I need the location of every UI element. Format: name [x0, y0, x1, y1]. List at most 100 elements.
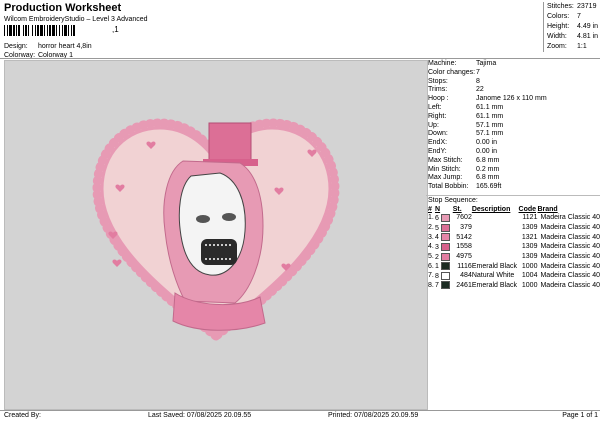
table-row: 7. 8 484 Natural White 1004 Madeira Classic 4… [428, 271, 600, 282]
row-description: Emerald Black [471, 281, 517, 289]
row-description [472, 243, 519, 253]
row-code: 1321 [521, 233, 538, 241]
barcode-bar [64, 25, 67, 36]
col-header-code: Code [518, 206, 537, 213]
clown-hat [203, 122, 258, 166]
stat-zoom: Zoom: 1:1 [547, 43, 587, 50]
info-trims: Trims: 22 [428, 86, 484, 94]
row-color-cell: 5 [435, 223, 453, 234]
barcode-bar [40, 25, 43, 36]
row-brand: Madeira Classic 40 [540, 281, 600, 289]
row-brand: Madeira Classic 40 [540, 224, 600, 232]
design-value: horror heart 4,8in [37, 43, 92, 50]
info-up: Up: 57.1 mm [428, 121, 504, 129]
table-header-row: # N St. Description Code Brand [428, 205, 600, 214]
row-brand: Madeira Classic 40 [540, 272, 600, 280]
barcode-bar [73, 25, 75, 36]
barcode-bar [56, 25, 57, 36]
info-machine: Machine: Tajima [428, 60, 497, 67]
embroidery-design-image [92, 118, 340, 342]
design-preview [4, 60, 428, 410]
left-eye [196, 215, 210, 223]
row-code-no: 7 [435, 282, 439, 290]
row-index: 8. [428, 281, 434, 289]
printed-date: Printed: 07/08/2025 20.09.59 [328, 412, 419, 419]
row-brand: Madeira Classic 40 [540, 243, 600, 251]
barcode-bar [28, 25, 29, 36]
barcode [4, 25, 75, 36]
table-row: 8. 7 2461 Emerald Black 1000 Madeira Classic … [428, 281, 600, 291]
barcode-suffix: ,1 [112, 25, 119, 34]
row-color-cell: 1 [435, 262, 453, 272]
row-code: 1121 [522, 214, 538, 222]
stat-colors: Colors: 7 [547, 13, 581, 20]
stat-stitches: Stitches: 23719 [547, 3, 597, 10]
info-max-stitch: Max Stitch: 6.8 mm [428, 156, 500, 164]
page-number: Page 1 of 1 [562, 412, 598, 419]
info-left: Left: 61.1 mm [428, 103, 504, 111]
row-stitches: 484 [460, 272, 472, 280]
row-color-cell: 7 [435, 281, 453, 291]
row-color-cell: 2 [435, 252, 453, 263]
col-header-description: Description [471, 206, 511, 213]
row-index: 3. [428, 233, 434, 241]
info-right: Right: 61.1 mm [428, 112, 504, 120]
barcode-bar [37, 25, 39, 36]
row-code-no: 6 [435, 214, 439, 222]
color-swatch [440, 252, 450, 261]
barcode-bar [71, 25, 72, 36]
row-brand: Madeira Classic 40 [540, 214, 600, 222]
barcode-bar [68, 25, 69, 36]
stop-sequence-table: # N St. Description Code Brand 1. 6 7602 11… [428, 205, 600, 291]
stat-height: Height: 4.49 in [547, 23, 599, 30]
info-endy: EndY: 0.00 in [428, 147, 498, 155]
barcode-bar [18, 25, 20, 36]
row-description: Natural White [471, 272, 515, 280]
barcode-bar [44, 25, 45, 36]
color-swatch [440, 233, 450, 242]
row-code-no: 3 [435, 243, 439, 251]
color-swatch [440, 262, 450, 271]
barcode-bar [49, 25, 51, 36]
row-stitches: 2461 [456, 281, 472, 289]
info-endx: EndX: 0.00 in [428, 139, 498, 147]
row-color-cell: 3 [435, 242, 453, 253]
row-description [472, 253, 519, 263]
table-row: 1. 6 7602 1121 Madeira Classic 40 [428, 214, 600, 224]
table-row: 3. 4 5142 1321 Madeira Classic 40 [428, 233, 600, 243]
info-max-jump: Max Jump: 6.8 mm [428, 174, 500, 182]
info-down: Down: 57.1 mm [428, 130, 504, 138]
color-swatch [440, 214, 450, 222]
row-stitches: 379 [460, 224, 472, 232]
color-swatch [440, 271, 450, 280]
info-min-stitch: Min Stitch: 0.2 mm [428, 165, 500, 173]
last-saved: Last Saved: 07/08/2025 20.09.55 [148, 412, 252, 419]
section-divider [426, 195, 600, 196]
row-stitches: 4975 [456, 252, 472, 260]
info-total-bobbin: Total Bobbin: 165.69ft [428, 183, 502, 191]
design-label: Design: [4, 43, 28, 50]
footer-divider [0, 410, 600, 411]
row-code-no: 1 [435, 263, 439, 271]
design-row: Design: horror heart 4,8in [4, 43, 92, 50]
barcode-bar [4, 25, 5, 36]
row-description: Emerald Black [471, 262, 517, 270]
row-description [472, 224, 519, 234]
row-stitches: 7602 [456, 214, 472, 222]
table-row: 5. 2 4975 1309 Madeira Classic 40 [428, 252, 600, 263]
row-code-no: 8 [435, 272, 439, 280]
color-swatch [440, 223, 450, 232]
info-color-changes: Color changes: 7 [428, 68, 480, 76]
row-code-no: 5 [435, 224, 439, 232]
row-code: 1309 [521, 252, 538, 260]
header-divider [0, 58, 600, 59]
color-swatch [440, 281, 450, 290]
row-code: 1000 [521, 281, 538, 289]
row-index: 7. [428, 272, 434, 280]
stop-sequence-title: Stop Sequence: [428, 197, 478, 204]
row-index: 5. [428, 252, 434, 260]
row-brand: Madeira Classic 40 [540, 233, 600, 241]
row-index: 6. [428, 262, 434, 270]
info-stops: Stops: 8 [428, 77, 480, 85]
info-hoop: Hoop : Janome 126 x 110 mm [428, 95, 547, 103]
